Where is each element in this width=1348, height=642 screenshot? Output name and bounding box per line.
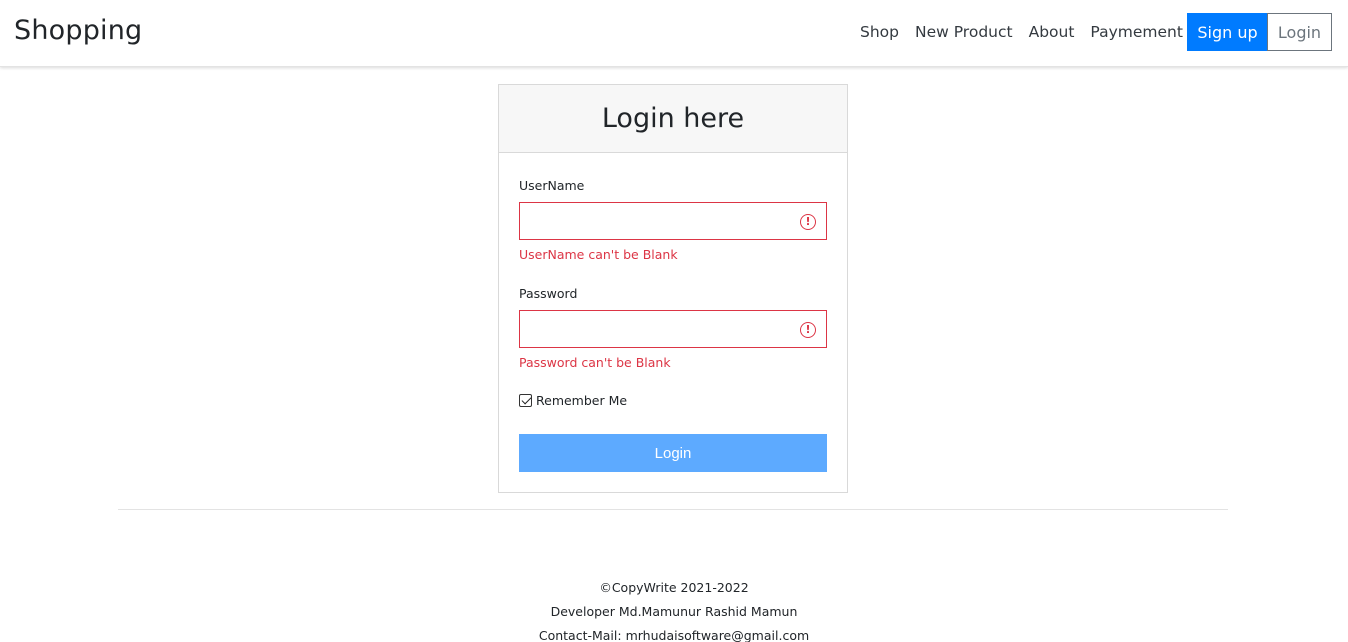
nav-link-shop[interactable]: Shop: [860, 23, 899, 41]
remember-me-label[interactable]: Remember Me: [536, 393, 627, 408]
nav-links: Shop New Product About Paymement: [860, 23, 1199, 41]
signup-button[interactable]: Sign up: [1187, 13, 1268, 51]
nav-link-payment[interactable]: Paymement: [1090, 23, 1183, 41]
top-navbar: Shopping Shop New Product About Paymemen…: [0, 0, 1348, 67]
remember-me-checkbox[interactable]: [519, 394, 532, 407]
password-error: Password can't be Blank: [519, 355, 671, 370]
username-input[interactable]: [520, 203, 826, 239]
nav-login-button[interactable]: Login: [1267, 13, 1332, 51]
password-label: Password: [519, 286, 578, 301]
remember-me: Remember Me: [519, 393, 627, 408]
footer-contact: Contact-Mail: mrhudaisoftware@gmail.com: [538, 628, 810, 642]
login-card: Login here UserName ! UserName can't be …: [498, 84, 848, 493]
username-error: UserName can't be Blank: [519, 247, 678, 262]
password-field-wrapper: !: [519, 310, 827, 348]
brand-logo[interactable]: Shopping: [14, 15, 142, 46]
login-card-title: Login here: [499, 85, 847, 153]
login-submit-button[interactable]: Login: [519, 434, 827, 472]
error-icon: !: [800, 322, 816, 338]
footer-copyright: ©CopyWrite 2021-2022: [599, 580, 749, 595]
username-label: UserName: [519, 178, 585, 193]
nav-link-new-product[interactable]: New Product: [915, 23, 1013, 41]
password-input[interactable]: [520, 311, 826, 347]
footer-divider: [118, 509, 1228, 510]
error-icon: !: [800, 214, 816, 230]
username-field-wrapper: !: [519, 202, 827, 240]
footer-developer: Developer Md.Mamunur Rashid Mamun: [550, 604, 798, 619]
nav-link-about[interactable]: About: [1029, 23, 1075, 41]
